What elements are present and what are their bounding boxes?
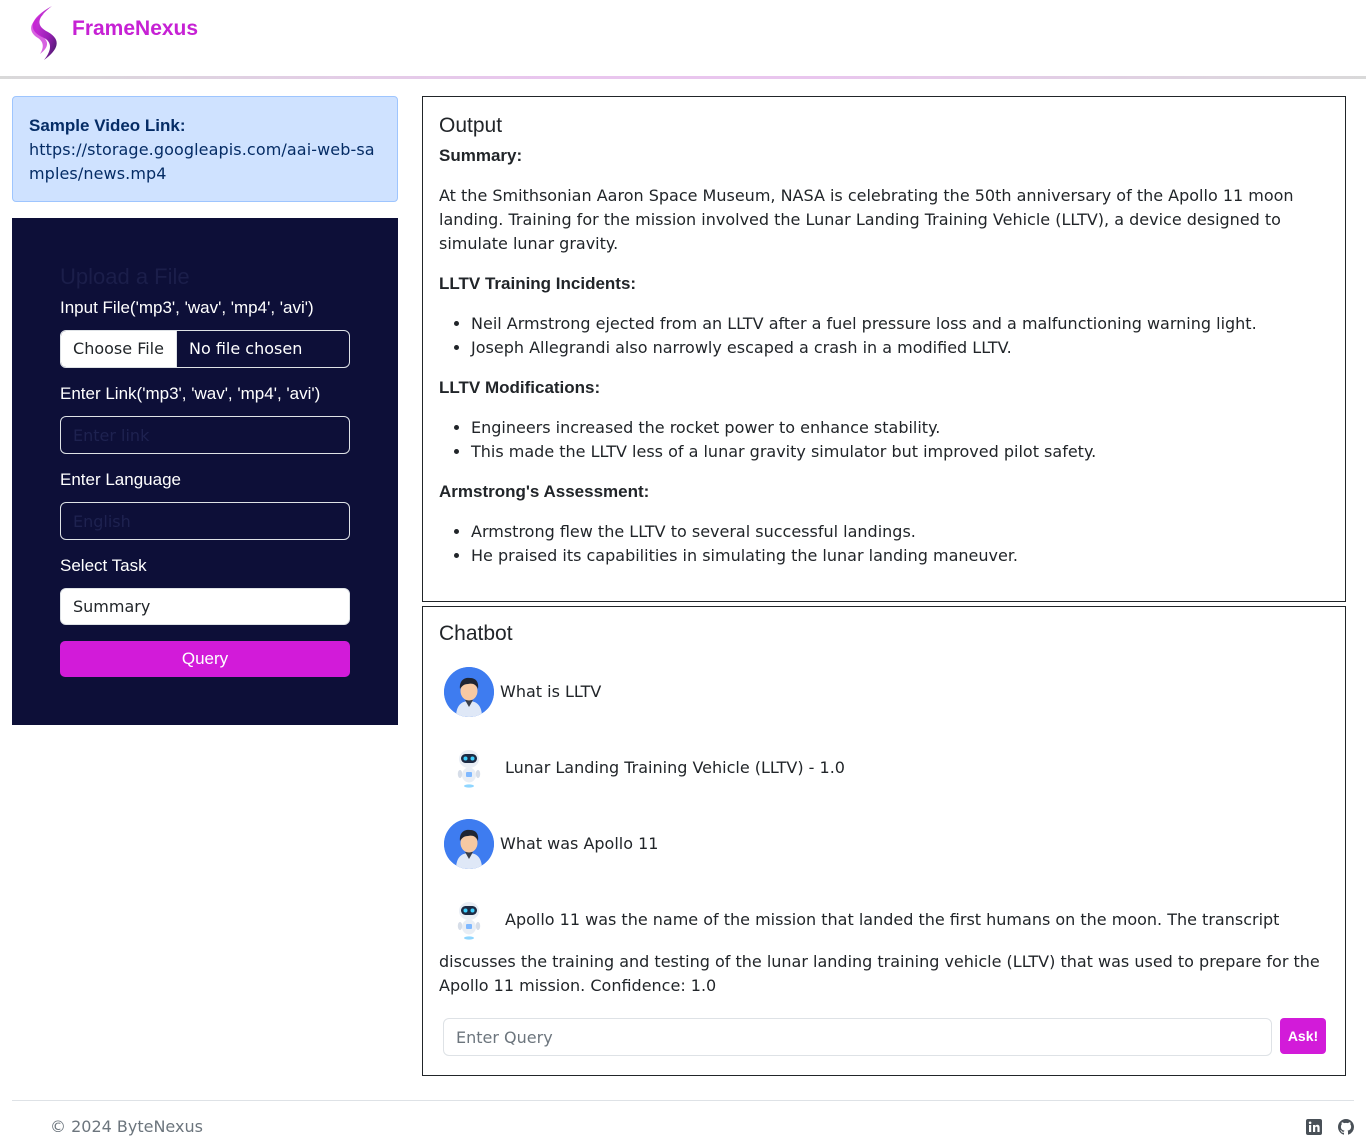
modifications-heading: LLTV Modifications: <box>439 378 601 397</box>
link-input-label: Enter Link('mp3', 'wav', 'mp4', 'avi') <box>60 384 321 403</box>
chat-message-text: Lunar Landing Training Vehicle (LLTV) - … <box>505 758 845 777</box>
assessment-list: Armstrong flew the LLTV to several succe… <box>439 520 1329 568</box>
choose-file-button[interactable]: Choose File <box>61 331 177 367</box>
output-title: Output <box>439 114 503 137</box>
list-item: Armstrong flew the LLTV to several succe… <box>471 520 1329 544</box>
list-item: He praised its capabilities in simulatin… <box>471 544 1329 568</box>
chat-message-text: What is LLTV <box>500 682 602 701</box>
header: FrameNexus <box>0 0 1366 80</box>
list-item: Neil Armstrong ejected from an LLTV afte… <box>471 312 1329 336</box>
github-icon[interactable] <box>1338 1119 1354 1135</box>
file-input-label: Input File('mp3', 'wav', 'mp4', 'avi') <box>60 298 314 317</box>
robot-avatar-icon <box>457 750 481 788</box>
upload-title: Upload a File <box>60 264 190 289</box>
linkedin-icon[interactable] <box>1306 1119 1322 1135</box>
upload-form: Upload a File Input File('mp3', 'wav', '… <box>12 218 398 725</box>
footer-copyright: © 2024 ByteNexus <box>50 1117 203 1136</box>
summary-text: At the Smithsonian Aaron Space Museum, N… <box>439 186 1294 253</box>
list-item: This made the LLTV less of a lunar gravi… <box>471 440 1329 464</box>
chatbot-title: Chatbot <box>439 622 513 645</box>
incidents-list: Neil Armstrong ejected from an LLTV afte… <box>439 312 1329 360</box>
chatbot-panel: Chatbot What is LLTV Lunar Landing Train… <box>422 606 1346 1076</box>
ask-button[interactable]: Ask! <box>1280 1018 1326 1054</box>
file-status-text: No file chosen <box>189 339 303 358</box>
task-select[interactable]: Summary <box>60 588 350 625</box>
summary-heading: Summary: <box>439 146 523 165</box>
robot-avatar-icon <box>457 902 481 940</box>
user-avatar-icon <box>444 819 494 869</box>
sample-video-url: https://storage.googleapis.com/aai-web-s… <box>29 140 375 183</box>
chat-message-text: What was Apollo 11 <box>500 834 659 853</box>
output-panel: Output Summary: At the Smithsonian Aaron… <box>422 96 1346 602</box>
language-input[interactable] <box>60 502 350 540</box>
footer-divider <box>12 1100 1354 1101</box>
user-avatar-icon <box>444 667 494 717</box>
assessment-heading: Armstrong's Assessment: <box>439 482 650 501</box>
link-input[interactable] <box>60 416 350 454</box>
chat-query-input[interactable] <box>443 1018 1272 1056</box>
brand-name[interactable]: FrameNexus <box>72 17 198 41</box>
sample-video-alert: Sample Video Link: https://storage.googl… <box>12 96 398 202</box>
language-input-label: Enter Language <box>60 470 181 489</box>
query-button[interactable]: Query <box>60 641 350 677</box>
modifications-list: Engineers increased the rocket power to … <box>439 416 1329 464</box>
file-input[interactable]: Choose File No file chosen <box>60 330 350 368</box>
framenexus-logo-icon[interactable] <box>22 4 62 62</box>
chat-message-text: Apollo 11 was the name of the mission th… <box>505 910 1280 929</box>
list-item: Joseph Allegrandi also narrowly escaped … <box>471 336 1329 360</box>
task-select-label: Select Task <box>60 556 147 575</box>
output-body: Summary: At the Smithsonian Aaron Space … <box>439 144 1329 568</box>
sample-video-title: Sample Video Link: <box>29 116 186 135</box>
list-item: Engineers increased the rocket power to … <box>471 416 1329 440</box>
header-divider <box>0 76 1366 79</box>
chat-message-continuation: discusses the training and testing of th… <box>439 952 1320 995</box>
incidents-heading: LLTV Training Incidents: <box>439 274 637 293</box>
